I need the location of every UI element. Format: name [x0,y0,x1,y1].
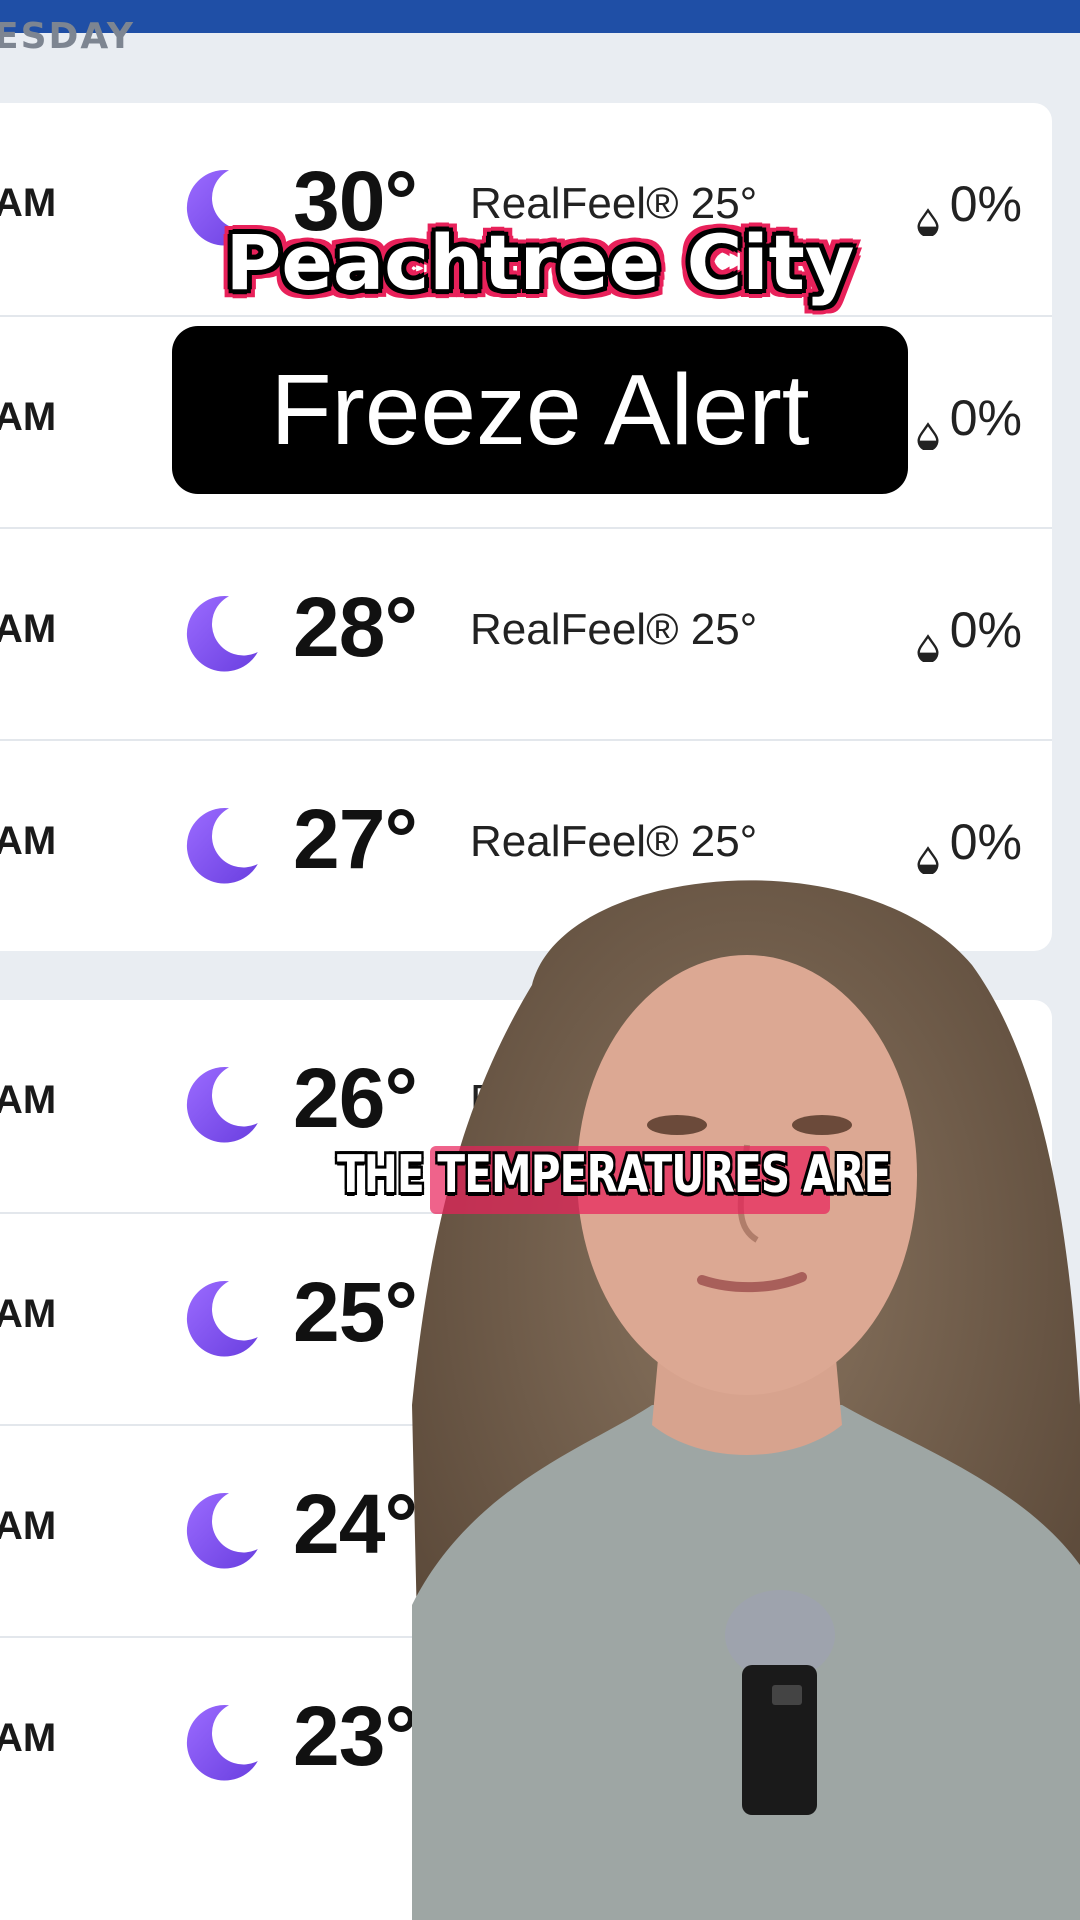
precip-value: 0% [949,602,1022,658]
precipitation: 0% [914,601,1022,664]
hour-label: AM [0,1504,57,1548]
hour-label: AM [0,607,57,651]
precip-value: 0% [949,390,1022,446]
raindrop-icon [914,404,942,452]
moon-icon [175,1698,265,1788]
precipitation: 0% [914,389,1022,452]
day-label: ESDAY [0,16,135,57]
temperature: 24° [293,1477,418,1571]
presenter-video [412,880,1080,1920]
realfeel-value: RealFeel® 25° [470,605,758,654]
moon-icon [175,1060,265,1150]
hour-label: AM [0,1716,57,1760]
hour-label: AM [0,819,57,863]
temperature: 26° [293,1051,418,1145]
moon-icon [175,1486,265,1576]
raindrop-icon [914,616,942,664]
raindrop-icon [914,190,942,238]
hour-label: AM [0,395,57,439]
location-title: Peachtree City [225,218,855,307]
top-bar [0,0,1080,33]
hour-label: AM [0,1078,57,1122]
freeze-alert-text: Freeze Alert [270,353,810,466]
moon-icon [175,589,265,679]
hour-label: AM [0,1292,57,1336]
moon-icon [175,801,265,891]
hourly-row[interactable]: AM 28° RealFeel® 25° 0% [0,527,1052,741]
temperature: 25° [293,1265,418,1359]
subtitle-caption: THE TEMPERATURES ARE [337,1145,891,1205]
temperature: 27° [293,792,418,886]
temperature: 23° [293,1689,418,1783]
freeze-alert-banner: Freeze Alert [172,326,908,494]
moon-icon [175,1274,265,1364]
temperature: 28° [293,580,418,674]
